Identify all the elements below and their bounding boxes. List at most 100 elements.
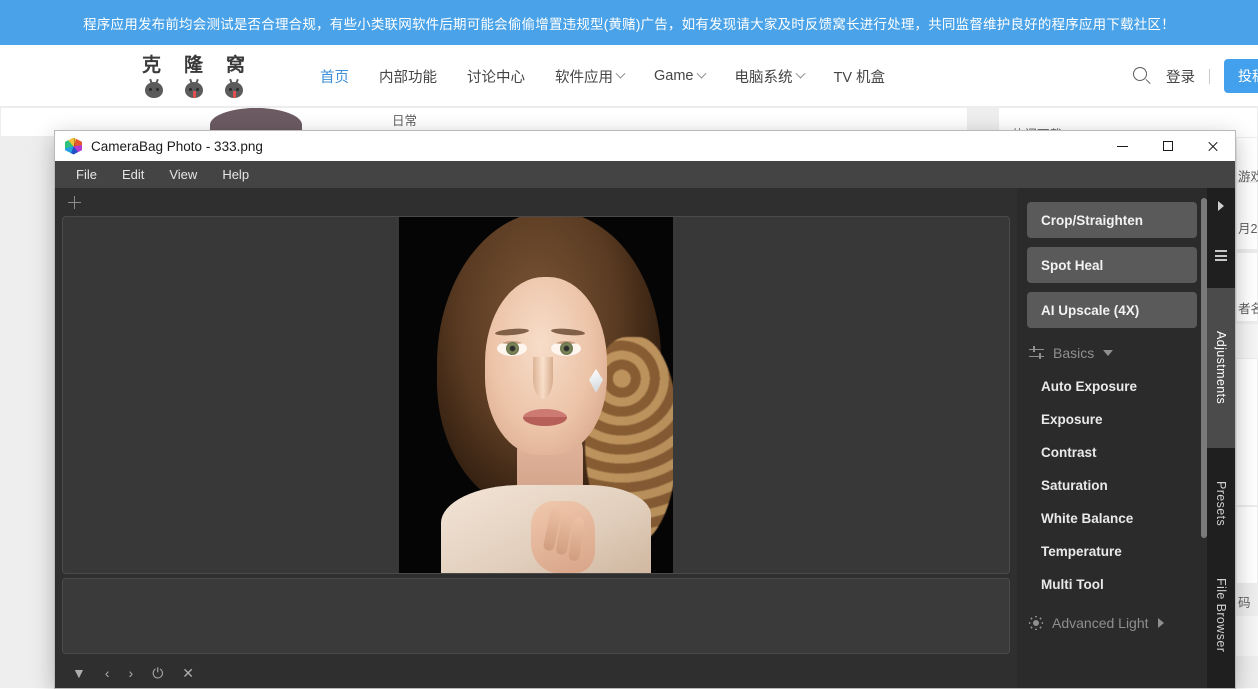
nav-item-game[interactable]: Game <box>654 68 705 84</box>
menu-edit[interactable]: Edit <box>113 164 153 185</box>
sun-icon <box>1029 616 1043 630</box>
window-controls <box>1100 131 1235 161</box>
window-titlebar[interactable]: CameraBag Photo - 333.png <box>55 131 1235 161</box>
plus-icon[interactable] <box>68 196 81 209</box>
adjustment-white-balance[interactable]: White Balance <box>1027 502 1197 535</box>
bg-row <box>1236 358 1258 506</box>
main-navigation: 首页 内部功能 讨论中心 软件应用 Game 电脑系统 TV 机盒 <box>320 45 885 107</box>
basics-group-header[interactable]: Basics <box>1029 345 1197 361</box>
menu-help[interactable]: Help <box>213 164 258 185</box>
minimize-icon <box>1117 146 1128 147</box>
bug-icon-3 <box>222 79 246 100</box>
camerabag-cube-icon <box>65 138 82 155</box>
adjustment-multi-tool[interactable]: Multi Tool <box>1027 568 1197 601</box>
site-logo[interactable]: 克 隆 窝 <box>142 50 252 100</box>
bg-fragment-5: 码 <box>1238 592 1251 611</box>
nav-label: TV 机盒 <box>834 66 886 87</box>
nav-item-software[interactable]: 软件应用 <box>555 66 624 87</box>
play-arrow-icon <box>1218 201 1224 211</box>
chevron-down-icon <box>616 68 626 78</box>
nav-item-discussion[interactable]: 讨论中心 <box>467 66 525 87</box>
caret-down-icon[interactable]: ▼ <box>72 666 86 680</box>
logo-char-3: 窝 <box>226 50 246 77</box>
power-reset-icon[interactable]: ⏻ <box>152 666 163 680</box>
header-actions: 登录 投稿 <box>1133 45 1258 107</box>
advanced-light-label: Advanced Light <box>1052 615 1149 631</box>
close-icon <box>1207 140 1219 152</box>
announcement-text: 程序应用发布前均会测试是否合理合规，有些小类联网软件后期可能会偷偷增置违规型(黄… <box>83 13 1175 33</box>
bg-row-alt <box>1236 324 1258 358</box>
ai-upscale-button[interactable]: AI Upscale (4X) <box>1027 292 1197 328</box>
login-link[interactable]: 登录 <box>1166 66 1195 87</box>
menu-bar: File Edit View Help <box>55 161 1235 188</box>
filmstrip-panel[interactable] <box>62 578 1010 654</box>
clear-icon[interactable]: ✕ <box>182 666 194 680</box>
basics-group-label: Basics <box>1053 345 1094 361</box>
right-rail: Adjustments Presets File Browser <box>1207 188 1235 688</box>
photo-preview <box>399 217 673 573</box>
search-icon[interactable] <box>1133 67 1152 86</box>
maximize-button[interactable] <box>1145 131 1190 161</box>
hamburger-icon[interactable] <box>1215 250 1227 260</box>
close-button[interactable] <box>1190 131 1235 161</box>
bg-row <box>1236 506 1258 584</box>
logo-characters: 克 隆 窝 <box>142 50 246 77</box>
chevron-down-icon <box>795 68 805 78</box>
bg-item-label: 日常 <box>392 110 417 129</box>
adjustment-auto-exposure[interactable]: Auto Exposure <box>1027 370 1197 403</box>
crop-straighten-button[interactable]: Crop/Straighten <box>1027 202 1197 238</box>
nav-item-pc-systems[interactable]: 电脑系统 <box>735 66 804 87</box>
rail-tab-label: Adjustments <box>1214 331 1228 404</box>
rail-tab-presets[interactable]: Presets <box>1207 456 1235 552</box>
adjustment-temperature[interactable]: Temperature <box>1027 535 1197 568</box>
nav-label: 电脑系统 <box>735 66 793 87</box>
rail-tab-label: Presets <box>1214 481 1228 526</box>
nav-label: 首页 <box>320 66 349 87</box>
bg-row <box>1236 182 1258 250</box>
bg-fragment-2: 月27 <box>1238 218 1258 237</box>
nav-item-internal-features[interactable]: 内部功能 <box>379 66 437 87</box>
adjustments-panel: Crop/Straighten Spot Heal AI Upscale (4X… <box>1017 188 1207 688</box>
next-icon[interactable]: › <box>129 666 134 680</box>
caret-right-icon <box>1158 618 1164 628</box>
rail-tab-file-browser[interactable]: File Browser <box>1207 560 1235 670</box>
window-title: CameraBag Photo - 333.png <box>91 139 263 154</box>
spot-heal-button[interactable]: Spot Heal <box>1027 247 1197 283</box>
rail-tab-adjustments[interactable]: Adjustments <box>1207 288 1235 448</box>
workspace: ▼ ‹ › ⏻ ✕ Crop/Straighten Spot Heal AI U… <box>55 188 1235 688</box>
advanced-light-group-header[interactable]: Advanced Light <box>1029 615 1197 631</box>
bg-fragment-3: 者名 <box>1238 298 1258 317</box>
rail-expand-button[interactable] <box>1207 188 1235 224</box>
nav-item-home[interactable]: 首页 <box>320 66 349 87</box>
bug-icon-2 <box>182 79 206 100</box>
adjustment-contrast[interactable]: Contrast <box>1027 436 1197 469</box>
previous-icon[interactable]: ‹ <box>105 666 110 680</box>
logo-char-1: 克 <box>142 50 162 77</box>
post-submit-button[interactable]: 投稿 <box>1224 59 1258 93</box>
post-button-label: 投稿 <box>1238 66 1258 86</box>
menu-file[interactable]: File <box>67 164 106 185</box>
announcement-bar: 程序应用发布前均会测试是否合理合规，有些小类联网软件后期可能会偷偷增置违规型(黄… <box>0 0 1258 45</box>
logo-char-2: 隆 <box>184 50 204 77</box>
chevron-down-icon <box>696 68 706 78</box>
caret-down-icon <box>1103 350 1113 356</box>
bottom-toolbar: ▼ ‹ › ⏻ ✕ <box>62 660 1010 686</box>
nav-label: 内部功能 <box>379 66 437 87</box>
camerabag-window: CameraBag Photo - 333.png File Edit View… <box>55 131 1235 688</box>
nav-label: Game <box>654 68 694 84</box>
bg-row-alt <box>1236 616 1258 656</box>
nav-item-tv-box[interactable]: TV 机盒 <box>834 66 886 87</box>
image-canvas[interactable] <box>62 216 1010 574</box>
adjustment-exposure[interactable]: Exposure <box>1027 403 1197 436</box>
adjustment-saturation[interactable]: Saturation <box>1027 469 1197 502</box>
nav-label: 讨论中心 <box>467 66 525 87</box>
divider <box>1209 69 1210 84</box>
bug-icon-1 <box>142 79 166 100</box>
menu-view[interactable]: View <box>160 164 206 185</box>
sliders-icon <box>1029 347 1044 360</box>
nav-label: 软件应用 <box>555 66 613 87</box>
logo-bug-icons <box>142 79 246 100</box>
maximize-icon <box>1163 141 1173 151</box>
minimize-button[interactable] <box>1100 131 1145 161</box>
rail-tab-label: File Browser <box>1214 578 1228 652</box>
